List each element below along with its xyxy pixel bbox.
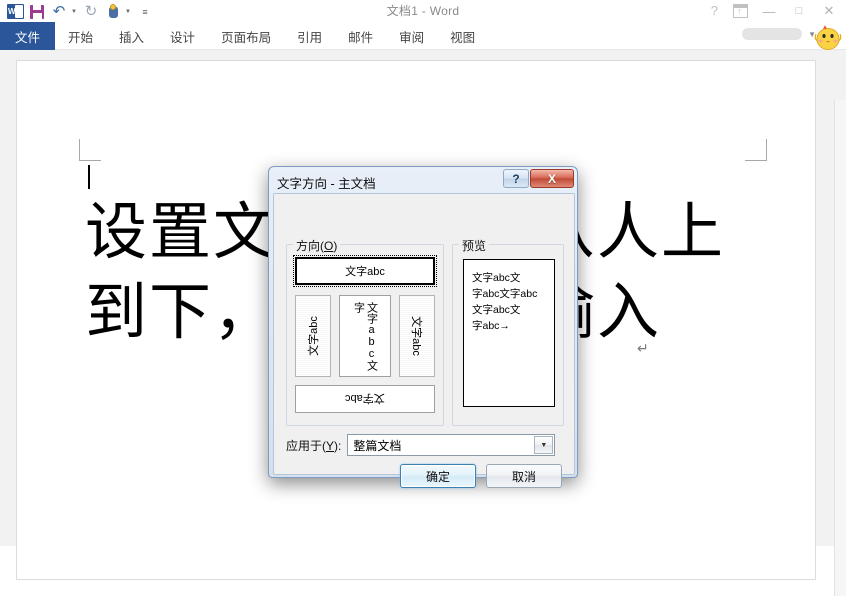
tab-references[interactable]: 引用 — [284, 22, 335, 50]
ok-button[interactable]: 确定 — [400, 464, 476, 488]
direction-option-rotate-180[interactable]: 文字abc — [295, 385, 435, 413]
tab-page-layout[interactable]: 页面布局 — [208, 22, 284, 50]
direction-option-rotate-ccw-90[interactable]: 文字abc — [295, 295, 331, 377]
direction-groupbox: 方向(O) 文字abc 文字abc 文字abc文 字 文字abc 文字abc — [286, 237, 444, 426]
close-button[interactable]: ✕ — [814, 1, 844, 21]
chevron-down-icon[interactable]: ▼ — [534, 436, 554, 454]
tab-mailings[interactable]: 邮件 — [335, 22, 386, 50]
preview-line: 文字abc文 — [472, 304, 521, 316]
minimize-button[interactable]: — — [754, 1, 784, 21]
apply-to-label: 应用于(Y): — [286, 437, 341, 454]
direction-option-horizontal[interactable]: 文字abc — [293, 255, 437, 287]
text-direction-dialog: 文字方向 - 主文档 ? X 方向(O) 文字abc 文字abc 文字abc文 … — [268, 166, 579, 488]
direction-label-suffix: ) — [333, 239, 338, 253]
tab-file[interactable]: 文件 — [0, 22, 56, 50]
window-title: 文档1 - Word — [386, 4, 460, 18]
vertical-scrollbar[interactable] — [834, 100, 846, 596]
tab-review[interactable]: 审阅 — [386, 22, 437, 50]
tab-design[interactable]: 设计 — [157, 22, 208, 50]
apply-to-label-prefix: 应用于( — [286, 438, 326, 453]
apply-to-value: 整篇文档 — [353, 438, 402, 453]
direction-option-rotate-180-label: 文字abc — [345, 392, 385, 404]
dialog-titlebar: 文字方向 - 主文档 ? X — [269, 167, 579, 193]
dialog-close-button[interactable]: X — [530, 169, 574, 188]
margin-marker-top-left — [79, 139, 101, 161]
signin-placeholder — [742, 28, 803, 40]
direction-option-vertical-rl-labels: 文字abc文 字 — [341, 302, 390, 371]
ribbon-right-group: ▼ — [742, 28, 816, 40]
tab-view[interactable]: 视图 — [437, 22, 488, 50]
direction-option-vertical-rl-col2: 字 — [352, 301, 365, 313]
apply-to-row: 应用于(Y): 整篇文档 ▼ — [286, 434, 556, 456]
direction-option-rotate-cw-90-label: 文字abc — [410, 316, 422, 356]
dialog-content: 方向(O) 文字abc 文字abc 文字abc文 字 文字abc 文字abc 预… — [273, 193, 575, 488]
direction-option-rotate-ccw-90-label: 文字abc — [308, 316, 320, 356]
direction-option-vertical-rl-col1: 文字abc文 — [365, 301, 378, 371]
margin-marker-top-right — [745, 139, 767, 161]
dialog-buttons: 确定 取消 — [400, 464, 562, 488]
apply-to-combobox[interactable]: 整篇文档 ▼ — [347, 434, 556, 456]
tab-home[interactable]: 开始 — [55, 22, 106, 50]
apply-to-label-key: Y — [326, 438, 335, 453]
preview-groupbox: 预览 文字abc文 字abc文字abc 文字abc文 字abc→ — [452, 237, 564, 426]
direction-option-vertical-rl[interactable]: 文字abc文 字 — [339, 295, 391, 377]
direction-group-label: 方向(O) — [293, 237, 341, 254]
preview-group-label: 预览 — [459, 237, 490, 254]
preview-line: 字abc文字abc — [472, 288, 538, 300]
maximize-button[interactable]: □ — [784, 1, 814, 21]
direction-label-prefix: 方向( — [296, 239, 324, 253]
window-titlebar: W ↶ ▼ ↻ ▼ ≡ 文档1 - Word ? — □ ✕ — [0, 0, 846, 22]
cancel-button[interactable]: 取消 — [486, 464, 562, 488]
ribbon-display-options-icon[interactable] — [733, 4, 748, 18]
help-icon[interactable]: ? — [711, 3, 718, 18]
direction-option-horizontal-label: 文字abc — [345, 266, 385, 278]
ribbon-tabs: 文件 开始 插入 设计 页面布局 引用 邮件 审阅 视图 — [0, 22, 846, 50]
preview-line: 字abc→ — [472, 320, 510, 332]
dialog-help-button[interactable]: ? — [503, 169, 529, 188]
chick-emoji-icon — [814, 25, 842, 50]
dialog-title: 文字方向 - 主文档 — [277, 177, 376, 191]
preview-box: 文字abc文 字abc文字abc 文字abc文 字abc→ — [463, 259, 555, 407]
ribbon-tabbar: 文件 开始 插入 设计 页面布局 引用 邮件 审阅 视图 ▼ — [0, 22, 846, 50]
window-controls: — □ ✕ — [754, 0, 844, 22]
text-cursor — [88, 165, 90, 189]
tab-insert[interactable]: 插入 — [106, 22, 157, 50]
apply-to-label-suffix: ): — [334, 438, 342, 453]
preview-line: 文字abc文 — [472, 272, 521, 284]
paragraph-mark: ↵ — [637, 342, 649, 357]
direction-option-rotate-cw-90[interactable]: 文字abc — [399, 295, 435, 377]
dialog-window-controls: ? X — [503, 169, 574, 188]
direction-label-key: O — [324, 239, 334, 253]
